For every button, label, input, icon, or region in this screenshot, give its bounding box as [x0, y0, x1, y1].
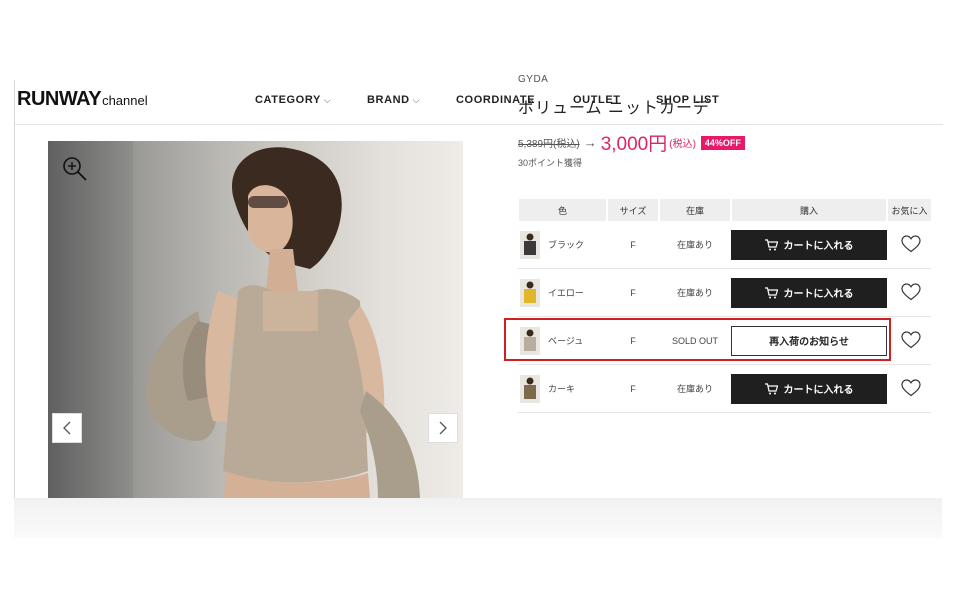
restock-notify-button[interactable]: 再入荷のお知らせ [731, 325, 887, 356]
product-title: ボリューム ニットカーデ [518, 100, 710, 117]
header-favorite: お気に入 [886, 199, 931, 221]
chevron-left-icon [63, 421, 71, 435]
color-cell: ブラック [518, 230, 607, 259]
header-stock: 在庫 [658, 199, 731, 221]
table-row: ベージュ F SOLD OUT 再入荷のお知らせ [518, 316, 931, 365]
color-cell: カーキ [518, 374, 607, 403]
heart-icon[interactable] [901, 234, 921, 253]
color-swatch-thumbnail[interactable] [520, 278, 540, 307]
color-swatch-thumbnail[interactable] [520, 374, 540, 403]
logo-main-text: RUNWAY [17, 88, 102, 110]
stock-status: 在庫あり [659, 268, 731, 317]
gallery-next-button[interactable] [428, 413, 458, 443]
model-illustration [145, 147, 420, 498]
heart-icon[interactable] [901, 330, 921, 349]
add-to-cart-button[interactable]: カートに入れる [731, 373, 887, 404]
color-name: ブラック [548, 240, 585, 250]
add-to-cart-label: カートに入れる [783, 385, 854, 396]
table-row: カーキ F 在庫あり カートに入れる [518, 364, 931, 413]
chevron-down-icon: ⌵ [412, 95, 421, 105]
header-purchase: 購入 [730, 199, 887, 221]
product-brand[interactable]: GYDA [518, 74, 548, 85]
nav-brand-label: BRAND [367, 94, 410, 106]
heart-icon[interactable] [901, 282, 921, 301]
add-to-cart-label: カートに入れる [783, 241, 854, 252]
zoom-in-icon[interactable] [62, 156, 88, 182]
chevron-right-icon [439, 421, 447, 435]
table-row: ブラック F 在庫あり カートに入れる [518, 221, 931, 269]
tax-note: (税込) [669, 139, 696, 150]
points-earned: 30ポイント獲得 [518, 158, 583, 168]
nav-category-label: CATEGORY [255, 94, 321, 106]
nav-brand[interactable]: BRAND ⌵ [367, 94, 420, 106]
original-price: 5,389円(税込) [518, 139, 580, 150]
logo-sub-text: channel [102, 93, 148, 108]
restock-notify-label: 再入荷のお知らせ [769, 337, 849, 348]
color-cell: イエロー [518, 278, 607, 307]
sale-price: 3,000円 [600, 134, 668, 155]
sku-table: 色 サイズ 在庫 購入 お気に入 ブラック F 在庫あり カートに入れる イエロ… [517, 199, 931, 413]
nav-category[interactable]: CATEGORY ⌵ [255, 94, 331, 106]
add-to-cart-button[interactable]: カートに入れる [731, 277, 887, 308]
color-swatch-thumbnail[interactable] [520, 326, 540, 355]
cart-icon [764, 286, 778, 298]
color-name: カーキ [548, 384, 576, 394]
gallery-prev-button[interactable] [52, 413, 82, 443]
stock-status: 在庫あり [659, 221, 731, 269]
color-cell: ベージュ [518, 326, 607, 355]
header-color: 色 [517, 199, 607, 221]
color-swatch-thumbnail[interactable] [520, 230, 540, 259]
heart-icon[interactable] [901, 378, 921, 397]
price-arrow: → [583, 135, 597, 150]
product-photo[interactable] [48, 141, 463, 498]
stock-status: 在庫あり [659, 364, 731, 413]
sku-table-header: 色 サイズ 在庫 購入 お気に入 [517, 199, 931, 221]
size-value: F [607, 268, 659, 317]
add-to-cart-button[interactable]: カートに入れる [731, 229, 887, 260]
discount-badge: 44%OFF [700, 135, 745, 150]
size-value: F [607, 316, 659, 365]
color-name: イエロー [548, 288, 584, 298]
color-name: ベージュ [548, 336, 584, 346]
size-value: F [607, 364, 659, 413]
site-header: RUNWAYchannel CATEGORY ⌵ BRAND ⌵ COORDINAT… [15, 80, 943, 125]
cart-icon [764, 382, 778, 394]
size-value: F [607, 221, 659, 269]
site-logo[interactable]: RUNWAYchannel [17, 88, 148, 111]
cart-icon [764, 238, 778, 250]
table-row: イエロー F 在庫あり カートに入れる [518, 268, 931, 317]
header-size: サイズ [606, 199, 659, 221]
add-to-cart-label: カートに入れる [783, 289, 854, 300]
chevron-down-icon: ⌵ [323, 95, 332, 105]
sold-out-status: SOLD OUT [659, 316, 731, 365]
price-row: 5,389円(税込) → 3,000円 (税込) 44%OFF [518, 129, 745, 156]
page-bottom-edge [14, 498, 942, 538]
